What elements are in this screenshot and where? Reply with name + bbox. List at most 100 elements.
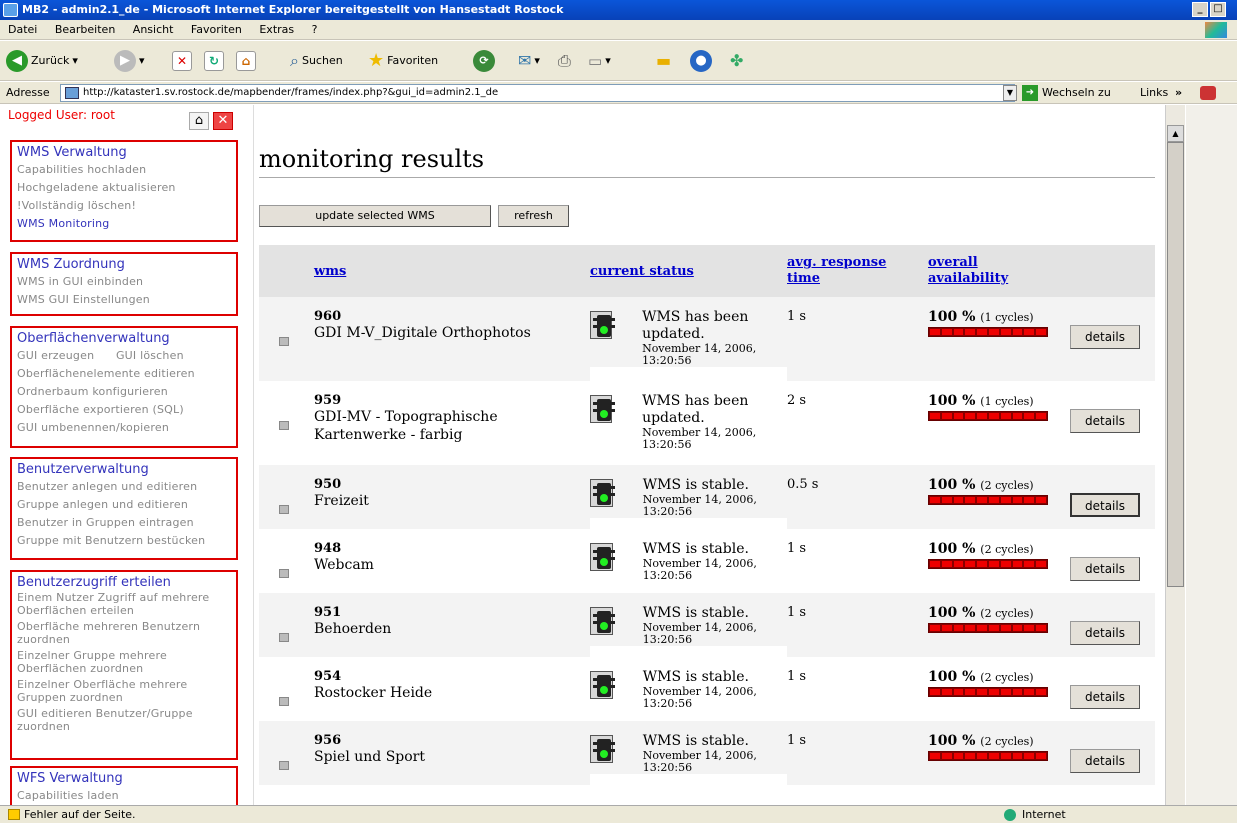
sidebar-item-gruppe-anlegen[interactable]: Gruppe anlegen und editieren bbox=[17, 496, 236, 514]
menu-bearbeiten[interactable]: Bearbeiten bbox=[55, 23, 115, 36]
address-url: http://kataster1.sv.rostock.de/mapbender… bbox=[83, 87, 499, 98]
home-page-button[interactable]: ⌂ bbox=[236, 49, 256, 73]
forward-button[interactable]: ▶ ▾ bbox=[114, 49, 145, 73]
mail-dropdown-icon[interactable]: ▾ bbox=[534, 49, 540, 73]
wms-id: 951 bbox=[314, 605, 342, 620]
details-button[interactable]: details bbox=[1070, 557, 1140, 581]
sidebar-item-gruppe-bestuecken[interactable]: Gruppe mit Benutzern bestücken bbox=[17, 532, 236, 550]
extensions-button[interactable]: ✤ bbox=[730, 49, 743, 73]
sidebar-item-gruppe-oberflaechen[interactable]: Einzelner Gruppe mehrere Oberflächen zuo… bbox=[17, 649, 236, 675]
sidebar-item-aktualisieren[interactable]: Hochgeladene aktualisieren bbox=[17, 179, 236, 197]
row-checkbox[interactable] bbox=[279, 697, 289, 706]
cycles: (2 cycles) bbox=[980, 479, 1034, 492]
print-button[interactable]: ⎙ bbox=[558, 49, 571, 73]
sidebar-item-elemente-editieren[interactable]: Oberflächenelemente editieren bbox=[17, 365, 236, 383]
sidebar-item-ordnerbaum[interactable]: Ordnerbaum konfigurieren bbox=[17, 383, 236, 401]
sidebar-close-button[interactable]: ✕ bbox=[213, 112, 233, 130]
sidebar-item-wms-monitoring[interactable]: WMS Monitoring bbox=[17, 215, 236, 233]
avg-response: 0.5 s bbox=[787, 477, 819, 492]
mail-button[interactable]: ✉ ▾ bbox=[518, 49, 540, 73]
cycles: (2 cycles) bbox=[980, 735, 1034, 748]
links-chevron-icon[interactable]: » bbox=[1175, 82, 1182, 104]
edit-dropdown-icon[interactable]: ▾ bbox=[605, 49, 611, 73]
folder-button[interactable]: ▬ bbox=[656, 49, 671, 73]
history-button[interactable]: ⟳ bbox=[473, 49, 495, 73]
sidebar-item-capabilities-hochladen[interactable]: Capabilities hochladen bbox=[17, 161, 236, 179]
sidebar-item-capabilities-laden[interactable]: Capabilities laden bbox=[17, 787, 236, 805]
availability-bar bbox=[928, 559, 1048, 569]
row-checkbox[interactable] bbox=[279, 421, 289, 430]
address-input[interactable]: http://kataster1.sv.rostock.de/mapbender… bbox=[60, 84, 1015, 102]
go-button[interactable]: Wechseln zu bbox=[1042, 82, 1111, 104]
sidebar-home-button[interactable]: ⌂ bbox=[189, 112, 209, 130]
forward-dropdown-icon[interactable]: ▾ bbox=[139, 49, 145, 73]
refresh-button[interactable]: refresh bbox=[498, 205, 569, 227]
menu-help[interactable]: ? bbox=[312, 23, 318, 36]
menu-ansicht[interactable]: Ansicht bbox=[133, 23, 174, 36]
table-row: 960 GDI M-V_Digitale Orthophotos WMS has b… bbox=[259, 297, 1155, 381]
sort-wms-link[interactable]: wms bbox=[314, 264, 346, 279]
sort-availability-link[interactable]: overall availability bbox=[928, 255, 1008, 286]
favorites-button[interactable]: ★ Favoriten bbox=[368, 49, 438, 73]
links-button[interactable]: Links bbox=[1140, 82, 1168, 104]
sidebar-item-gui-loeschen[interactable]: GUI löschen bbox=[116, 349, 184, 362]
sidebar-item-benutzer-eintragen[interactable]: Benutzer in Gruppen eintragen bbox=[17, 514, 236, 532]
maximize-button[interactable]: □ bbox=[1210, 2, 1226, 17]
row-checkbox[interactable] bbox=[279, 569, 289, 578]
go-arrow-icon[interactable]: ➜ bbox=[1022, 85, 1038, 101]
details-button[interactable]: details bbox=[1070, 493, 1140, 517]
availability-value: 100 % bbox=[928, 309, 976, 325]
row-checkbox[interactable] bbox=[279, 761, 289, 770]
sidebar-item-wms-gui-einstellungen[interactable]: WMS GUI Einstellungen bbox=[17, 291, 236, 309]
content-scrollbar[interactable]: ▲ bbox=[1165, 105, 1185, 805]
details-button[interactable]: details bbox=[1070, 685, 1140, 709]
row-checkbox[interactable] bbox=[279, 505, 289, 514]
sidebar-item-gui-editieren[interactable]: GUI editieren Benutzer/Gruppe zuordnen bbox=[17, 707, 236, 733]
sidebar-item-gui-erzeugen[interactable]: GUI erzeugen bbox=[17, 349, 94, 362]
edit-button[interactable]: ▭ ▾ bbox=[588, 49, 611, 73]
menu-extras[interactable]: Extras bbox=[259, 23, 294, 36]
sidebar-item-exportieren[interactable]: Oberfläche exportieren (SQL) bbox=[17, 401, 236, 419]
address-dropdown-icon[interactable]: ▼ bbox=[1003, 85, 1017, 101]
sidebar-item-umbenennen[interactable]: GUI umbenennen/kopieren bbox=[17, 419, 236, 437]
messenger-button[interactable]: ● bbox=[690, 49, 712, 73]
sidebar-item-oberflaeche-gruppen[interactable]: Einzelner Oberfläche mehrere Gruppen zuo… bbox=[17, 678, 236, 704]
stop-button[interactable]: ✕ bbox=[172, 49, 192, 73]
addon-icon[interactable] bbox=[1200, 86, 1216, 100]
menu-datei[interactable]: Datei bbox=[8, 23, 37, 36]
group-title[interactable]: Benutzerverwaltung bbox=[17, 461, 236, 478]
search-button[interactable]: ⌕ Suchen bbox=[290, 49, 343, 73]
warning-icon[interactable] bbox=[8, 809, 20, 820]
scroll-up-icon[interactable]: ▲ bbox=[1167, 125, 1184, 142]
group-title[interactable]: WMS Verwaltung bbox=[17, 144, 236, 161]
sidebar-item-nutzer-zugriff[interactable]: Einem Nutzer Zugriff auf mehrere Oberflä… bbox=[17, 591, 236, 617]
sidebar-item-benutzer-anlegen[interactable]: Benutzer anlegen und editieren bbox=[17, 478, 236, 496]
sidebar-item-loeschen[interactable]: !Vollständig löschen! bbox=[17, 197, 236, 215]
menu-favoriten[interactable]: Favoriten bbox=[191, 23, 242, 36]
sidebar-item-oberflaeche-benutzern[interactable]: Oberfläche mehreren Benutzern zuordnen bbox=[17, 620, 236, 646]
wms-name: GDI-MV - Topographische Kartenwerke - fa… bbox=[314, 409, 498, 443]
minimize-button[interactable]: _ bbox=[1192, 2, 1208, 17]
details-button[interactable]: details bbox=[1070, 409, 1140, 433]
group-title[interactable]: Oberflächenverwaltung bbox=[17, 330, 236, 347]
details-button[interactable]: details bbox=[1070, 749, 1140, 773]
traffic-light-icon bbox=[590, 543, 615, 571]
avg-response: 1 s bbox=[787, 605, 807, 620]
close-icon: ✕ bbox=[217, 113, 229, 128]
sidebar-item-wms-gui-einbinden[interactable]: WMS in GUI einbinden bbox=[17, 273, 236, 291]
refresh-page-button[interactable]: ↻ bbox=[204, 49, 224, 73]
row-checkbox[interactable] bbox=[279, 633, 289, 642]
group-title[interactable]: Benutzerzugriff erteilen bbox=[17, 574, 236, 591]
row-checkbox[interactable] bbox=[279, 337, 289, 346]
sort-status-link[interactable]: current status bbox=[590, 264, 694, 279]
details-button[interactable]: details bbox=[1070, 325, 1140, 349]
update-selected-button[interactable]: update selected WMS bbox=[259, 205, 491, 227]
group-title[interactable]: WFS Verwaltung bbox=[17, 770, 236, 787]
back-button[interactable]: ◀ Zurück ▾ bbox=[6, 49, 78, 73]
sort-response-link[interactable]: avg. response time bbox=[787, 255, 886, 286]
status-text: WMS is stable. bbox=[642, 477, 749, 493]
group-title[interactable]: WMS Zuordnung bbox=[17, 256, 236, 273]
back-dropdown-icon[interactable]: ▾ bbox=[72, 49, 78, 73]
details-button[interactable]: details bbox=[1070, 621, 1140, 645]
scroll-thumb[interactable] bbox=[1167, 142, 1184, 587]
